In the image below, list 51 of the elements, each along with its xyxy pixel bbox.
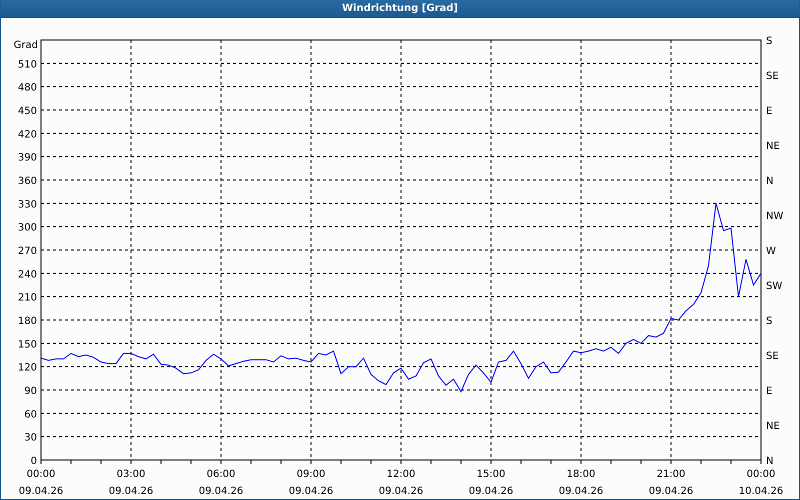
y-tick-label: 60 xyxy=(24,409,37,420)
compass-tick-label: N xyxy=(766,176,774,187)
x-tick-time-label: 06:00 xyxy=(206,469,236,480)
compass-tick-label: NE xyxy=(766,141,780,152)
x-tick-time-label: 00:00 xyxy=(746,469,776,480)
y-tick-label: 420 xyxy=(18,129,37,140)
compass-tick-label: SW xyxy=(766,281,782,292)
y-tick-label: 240 xyxy=(18,269,37,280)
x-tick-date-label: 09.04.26 xyxy=(648,486,694,497)
y-tick-label: 450 xyxy=(18,106,37,117)
y-axis-label: Grad xyxy=(14,40,38,51)
y-tick-label: 330 xyxy=(18,199,37,210)
compass-tick-label: S xyxy=(766,36,772,47)
y-tick-label: 180 xyxy=(18,316,37,327)
y-tick-label: 510 xyxy=(18,59,37,70)
y-tick-label: 390 xyxy=(18,152,37,164)
x-tick-time-label: 15:00 xyxy=(476,469,506,480)
x-tick-date-label: 09.04.26 xyxy=(108,486,154,497)
compass-tick-label: S xyxy=(766,316,772,327)
compass-tick-label: NE xyxy=(766,421,780,432)
x-tick-date-label: 09.04.26 xyxy=(18,486,64,497)
y-tick-label: 120 xyxy=(18,362,37,374)
y-tick-label: 150 xyxy=(18,339,37,350)
compass-tick-label: W xyxy=(766,246,776,257)
y-tick-label: 90 xyxy=(24,386,37,397)
x-tick-time-label: 03:00 xyxy=(116,469,146,480)
x-tick-time-label: 00:00 xyxy=(26,469,56,480)
y-tick-label: 270 xyxy=(18,246,37,257)
x-tick-time-label: 18:00 xyxy=(566,469,596,480)
compass-tick-label: SE xyxy=(766,351,779,362)
x-tick-time-label: 09:00 xyxy=(296,469,326,480)
x-tick-time-label: 12:00 xyxy=(386,469,416,480)
x-tick-date-label: 09.04.26 xyxy=(198,486,244,497)
x-tick-date-label: 10.04.26 xyxy=(738,486,784,497)
compass-tick-label: N xyxy=(766,456,774,467)
compass-tick-label: E xyxy=(766,106,772,117)
window-title: Windrichtung [Grad] xyxy=(1,0,799,18)
x-tick-date-label: 09.04.26 xyxy=(558,486,604,497)
compass-tick-label: SE xyxy=(766,71,779,82)
y-tick-label: 360 xyxy=(18,176,37,187)
y-tick-label: 480 xyxy=(18,82,37,94)
compass-tick-label: E xyxy=(766,386,772,397)
y-tick-label: 30 xyxy=(24,432,37,444)
compass-tick-label: NW xyxy=(766,211,784,222)
y-tick-label: 0 xyxy=(30,456,37,467)
y-tick-label: 300 xyxy=(18,222,37,234)
x-tick-date-label: 09.04.26 xyxy=(378,486,424,497)
x-tick-date-label: 09.04.26 xyxy=(288,486,334,497)
x-tick-time-label: 21:00 xyxy=(656,469,686,480)
x-tick-date-label: 09.04.26 xyxy=(468,486,514,497)
y-tick-label: 210 xyxy=(18,292,37,304)
